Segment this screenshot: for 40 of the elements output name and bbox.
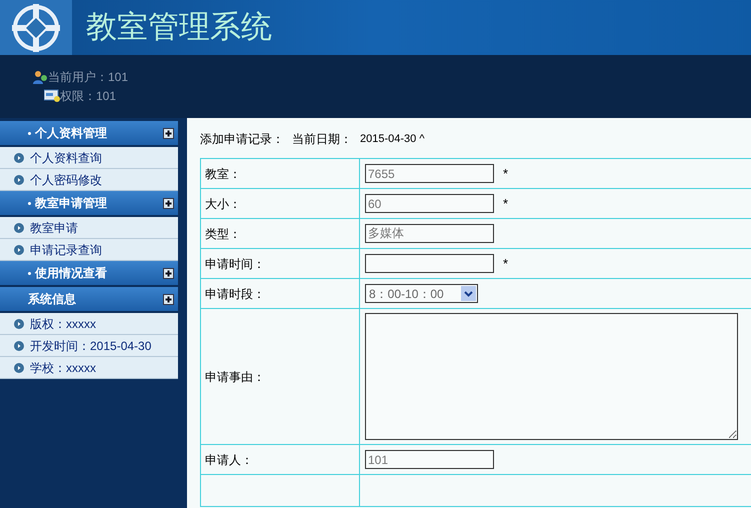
sidebar-item[interactable]: 版权：xxxxx: [0, 313, 178, 335]
field-label: 申请时段：: [205, 286, 265, 302]
users-icon: [32, 69, 48, 85]
date-label: 当前日期：: [292, 131, 352, 148]
permission-text: 权限：101: [60, 88, 116, 105]
current-date: 2015-04-30 ^: [360, 132, 424, 147]
section-header[interactable]: 教室申请管理: [0, 191, 178, 217]
text-input-field[interactable]: [365, 254, 494, 273]
sidebar-item[interactable]: 学校：xxxxx: [0, 357, 178, 379]
current-user-text: 当前用户：101: [48, 69, 128, 86]
field-label: 类型：: [205, 226, 241, 242]
expand-plus-icon: [163, 268, 174, 278]
system-title: 教室管理系统: [86, 8, 272, 48]
section-header[interactable]: 个人资料管理: [0, 121, 178, 147]
time-slot-select[interactable]: 8：00-10：00: [365, 284, 478, 303]
section-header[interactable]: 使用情况查看: [0, 261, 178, 287]
sidebar-item[interactable]: 申请记录查询: [0, 239, 178, 261]
text-input-field[interactable]: 7655: [365, 164, 494, 183]
sidebar-item[interactable]: 个人资料查询: [0, 147, 178, 169]
text-input-field[interactable]: 多媒体: [365, 224, 494, 243]
sidebar-item[interactable]: 开发时间：2015-04-30: [0, 335, 178, 357]
field-label: 申请时间：: [205, 256, 265, 272]
text-input-field[interactable]: 60: [365, 194, 494, 213]
field-label: 申请事由：: [205, 368, 265, 386]
required-mark: *: [503, 194, 508, 213]
reason-textarea[interactable]: [365, 313, 738, 440]
field-label: 申请人：: [205, 452, 253, 468]
expand-plus-icon: [163, 294, 174, 304]
sidebar-item[interactable]: 教室申请: [0, 217, 178, 239]
form-heading: 添加申请记录：: [200, 131, 284, 148]
required-mark: *: [503, 254, 508, 273]
expand-plus-icon: [163, 128, 174, 138]
section-header[interactable]: 系统信息: [0, 287, 178, 313]
required-mark: *: [503, 164, 508, 183]
id-card-icon: [44, 89, 60, 103]
text-input-field[interactable]: 101: [365, 450, 494, 469]
sidebar-item[interactable]: 个人密码修改: [0, 169, 178, 191]
field-label: 教室：: [205, 166, 241, 182]
expand-plus-icon: [163, 198, 174, 208]
field-label: 大小：: [205, 196, 241, 212]
